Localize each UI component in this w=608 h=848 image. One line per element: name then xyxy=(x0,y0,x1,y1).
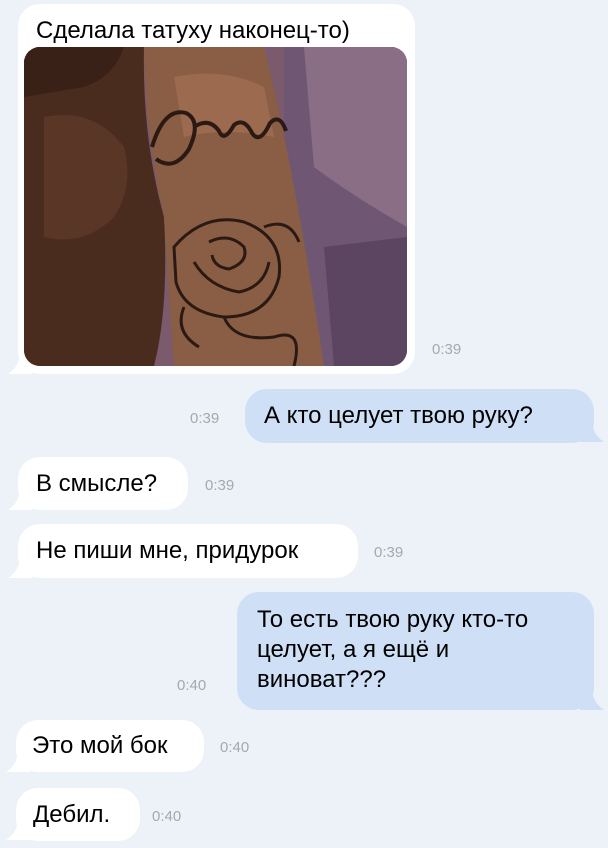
message-text-line: целует, а я ещё и xyxy=(257,636,450,663)
bubble-tail-icon xyxy=(580,420,604,442)
message-time: 0:40 xyxy=(152,808,182,825)
message-bubble-outgoing[interactable]: То есть твою руку кто-то целует, а я ещё… xyxy=(237,592,594,710)
bubble-tail-icon xyxy=(6,818,30,840)
message-text: В смысле? xyxy=(36,470,158,497)
message-bubble-incoming[interactable]: Дебил. xyxy=(16,788,140,841)
message-text-line: То есть твою руку кто-то xyxy=(257,606,529,633)
message-time: 0:39 xyxy=(374,544,404,561)
bubble-tail-icon xyxy=(8,488,32,510)
bubble-tail-icon xyxy=(580,688,604,710)
message-time: 0:39 xyxy=(190,410,220,427)
message-text: Не пиши мне, придурок xyxy=(36,537,299,564)
message-text: Дебил. xyxy=(33,801,111,828)
message-bubble-incoming[interactable]: Не пиши мне, придурок xyxy=(18,524,358,578)
message-text: Это мой бок xyxy=(32,732,168,759)
message-time: 0:40 xyxy=(177,677,207,694)
message-text: Сделала татуху наконец-то) xyxy=(36,17,350,44)
bubble-tail-icon xyxy=(8,556,32,578)
message-text: А кто целует твою руку? xyxy=(264,402,533,429)
message-text-line: виноват??? xyxy=(257,666,387,693)
message-bubble-incoming[interactable]: В смысле? xyxy=(18,457,188,510)
message-time: 0:39 xyxy=(432,341,462,358)
message-bubble-outgoing[interactable]: А кто целует твою руку? xyxy=(245,389,594,443)
message-bubble-incoming[interactable]: Это мой бок xyxy=(16,720,204,772)
tattoo-photo[interactable] xyxy=(24,47,407,366)
bubble-tail-icon xyxy=(6,750,30,772)
message-time: 0:40 xyxy=(220,739,250,756)
message-time: 0:39 xyxy=(205,477,235,494)
